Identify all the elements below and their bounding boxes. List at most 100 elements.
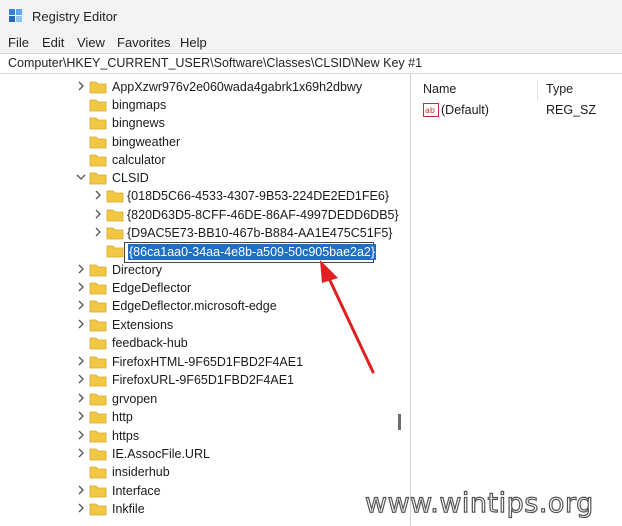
folder-icon — [89, 117, 107, 130]
column-separator[interactable] — [537, 80, 538, 100]
tree-item-ie-assocfile-url[interactable]: IE.AssocFile.URL — [75, 445, 395, 463]
folder-icon — [89, 430, 107, 443]
watermark: www.wintips.org — [364, 487, 613, 522]
chevron-right-icon[interactable] — [92, 208, 104, 220]
tree-item-https[interactable]: https — [75, 427, 395, 445]
tree-item-label: Interface — [112, 484, 161, 498]
svg-text:ab: ab — [425, 106, 435, 115]
menu-file[interactable]: File — [8, 35, 29, 50]
tree-item-clsid-d9ac[interactable]: {D9AC5E73-BB10-467b-B884-AA1E475C51F5} — [92, 224, 397, 242]
tree-item-label: {018D5C66-4533-4307-9B53-224DE2ED1FE6} — [127, 189, 389, 203]
tree-item-label: Directory — [112, 263, 163, 277]
tree-item-clsid-018d[interactable]: {018D5C66-4533-4307-9B53-224DE2ED1FE6} — [92, 187, 397, 205]
chevron-right-icon[interactable] — [75, 392, 87, 404]
folder-icon — [89, 319, 107, 332]
chevron-right-icon[interactable] — [92, 226, 104, 238]
folder-icon — [89, 466, 107, 479]
value-type: REG_SZ — [546, 103, 597, 117]
tree-item-label: EdgeDeflector — [112, 281, 192, 295]
tree-item-label: Inkfile — [112, 502, 145, 516]
tree-item-appx[interactable]: AppXzwr976v2e060wada4gabrk1x69h2dbwy — [75, 78, 395, 96]
tree-item-label: FirefoxURL-9F65D1FBD2F4AE1 — [112, 373, 295, 387]
value-name: (Default) — [441, 103, 489, 117]
chevron-right-icon[interactable] — [75, 80, 87, 92]
chevron-right-icon[interactable] — [75, 484, 87, 496]
chevron-down-icon[interactable] — [75, 171, 87, 183]
folder-icon — [106, 209, 124, 222]
tree-item-label: {D9AC5E73-BB10-467b-B884-AA1E475C51F5} — [127, 226, 393, 240]
tree-item-label: FirefoxHTML-9F65D1FBD2F4AE1 — [112, 355, 304, 369]
folder-icon — [89, 81, 107, 94]
chevron-right-icon[interactable] — [75, 410, 87, 422]
folder-icon — [106, 227, 124, 240]
menu-view[interactable]: View — [77, 35, 105, 50]
chevron-right-icon[interactable] — [75, 299, 87, 311]
folder-icon — [89, 99, 107, 112]
tree-item-label: Extensions — [112, 318, 174, 332]
chevron-right-icon[interactable] — [75, 502, 87, 514]
chevron-right-icon[interactable] — [75, 355, 87, 367]
folder-icon — [89, 356, 107, 369]
folder-icon — [89, 300, 107, 313]
tree-item-clsid-820d[interactable]: {820D63D5-8CFF-46DE-86AF-4997DEDD6DB5} — [92, 206, 399, 224]
tree-item-label: bingmaps — [112, 98, 167, 112]
folder-icon — [106, 190, 124, 203]
tree-item-inkfile[interactable]: Inkfile — [75, 500, 395, 518]
folder-icon — [89, 393, 107, 406]
chevron-right-icon[interactable] — [92, 189, 104, 201]
tree-item-label: bingweather — [112, 135, 181, 149]
tree-scrollbar-thumb[interactable] — [398, 414, 401, 430]
title-bar: Registry Editor — [0, 0, 622, 30]
folder-open-icon — [89, 172, 107, 185]
folder-icon — [89, 337, 107, 350]
folder-icon — [89, 282, 107, 295]
tree-item-insiderhub[interactable]: insiderhub — [75, 463, 395, 481]
menu-bar: File Edit View Favorites Help — [0, 30, 622, 53]
chevron-right-icon[interactable] — [75, 429, 87, 441]
address-bar[interactable]: Computer\HKEY_CURRENT_USER\Software\Clas… — [0, 53, 622, 74]
tree-item-bingmaps[interactable]: bingmaps — [75, 96, 395, 114]
tree-item-label: EdgeDeflector.microsoft-edge — [112, 299, 277, 313]
value-row[interactable]: ab (Default) REG_SZ — [423, 102, 613, 120]
tree-item-bingweather[interactable]: bingweather — [75, 133, 395, 151]
watermark-text: www.wintips.org — [364, 487, 594, 519]
tree-item-label: insiderhub — [112, 465, 170, 479]
registry-editor-icon — [9, 9, 22, 22]
tree-item-label: calculator — [112, 153, 166, 167]
menu-favorites[interactable]: Favorites — [117, 35, 170, 50]
tree-item-http[interactable]: http — [75, 408, 395, 426]
menu-edit[interactable]: Edit — [42, 35, 64, 50]
tree-item-label: http — [112, 410, 133, 424]
folder-icon — [89, 264, 107, 277]
tree-item-label: AppXzwr976v2e060wada4gabrk1x69h2dbwy — [112, 80, 363, 94]
chevron-right-icon[interactable] — [75, 447, 87, 459]
tree-item-clsid[interactable]: CLSID — [75, 169, 395, 187]
folder-icon — [89, 136, 107, 149]
address-path[interactable]: Computer\HKEY_CURRENT_USER\Software\Clas… — [8, 56, 422, 70]
chevron-right-icon[interactable] — [75, 263, 87, 275]
chevron-right-icon[interactable] — [75, 318, 87, 330]
tree-item-calculator[interactable]: calculator — [75, 151, 395, 169]
chevron-right-icon[interactable] — [75, 373, 87, 385]
menu-help[interactable]: Help — [180, 35, 207, 50]
window-title: Registry Editor — [32, 9, 118, 24]
tree-item-label: https — [112, 429, 140, 443]
tree-item-label: bingnews — [112, 116, 165, 130]
string-value-icon: ab — [423, 103, 439, 117]
column-header-name[interactable]: Name — [423, 82, 456, 96]
folder-icon — [89, 448, 107, 461]
tree-item-interface[interactable]: Interface — [75, 482, 395, 500]
tree-item-bingnews[interactable]: bingnews — [75, 114, 395, 132]
tree-item-label: feedback-hub — [112, 336, 188, 350]
values-list[interactable]: Name Type ab (Default) REG_SZ — [411, 74, 622, 526]
folder-icon — [89, 411, 107, 424]
folder-icon — [89, 374, 107, 387]
column-header-type[interactable]: Type — [546, 82, 573, 96]
tree-item-grvopen[interactable]: grvopen — [75, 390, 395, 408]
tree-item-label: grvopen — [112, 392, 158, 406]
chevron-right-icon[interactable] — [75, 281, 87, 293]
annotation-arrow-icon — [320, 260, 375, 374]
tree-item-label: {820D63D5-8CFF-46DE-86AF-4997DEDD6DB5} — [127, 208, 399, 222]
folder-icon — [106, 245, 124, 258]
tree-item-label: CLSID — [112, 171, 149, 185]
